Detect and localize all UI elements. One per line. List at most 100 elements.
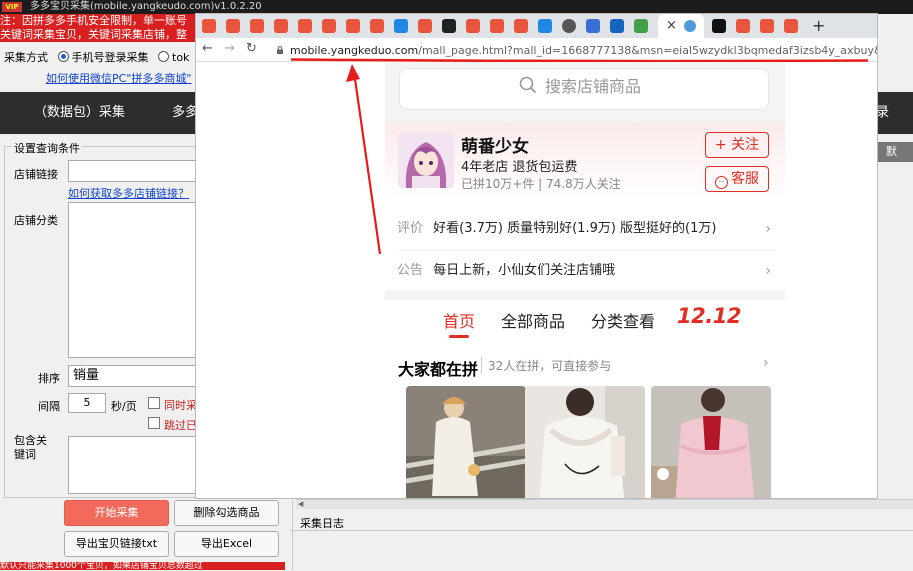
browser-tab-strip: × + [196,14,877,38]
section-subtitle: 32人在拼，可直接参与 [481,357,611,374]
tab-favicon-pdd[interactable] [370,19,384,33]
tab-home[interactable]: 首页 [443,308,475,332]
notice-line-1: 注：因拼多多手机安全限制，单一账号 [0,14,200,28]
tab-favicon-pdd[interactable] [466,19,480,33]
radio-checked-icon [57,51,69,62]
vip-badge: VIP [2,2,22,12]
tab-data-package[interactable]: （数据包）采集 [34,92,125,134]
product-image[interactable] [651,386,771,498]
service-label: 客服 [731,171,759,187]
tab-categories[interactable]: 分类查看 [591,308,655,332]
tab-favicon-pdd[interactable] [346,19,360,33]
shop-name: 萌番少女 [461,137,529,157]
shop-category-label: 店铺分类 [14,214,58,227]
shop-stats: 已拼10万+件 | 74.8万人关注 [461,177,621,191]
tab-favicon-pdd[interactable] [298,19,312,33]
tab-favicon-pdd[interactable] [226,19,240,33]
tab-favicon-pdd[interactable] [760,19,774,33]
export-txt-button[interactable]: 导出宝贝链接txt [64,531,169,557]
tab-favicon-pdd[interactable] [514,19,528,33]
interval-unit: 秒/页 [111,400,137,413]
mode-option-phone-label: 手机号登录采集 [71,51,149,64]
mode-radio-phone[interactable]: 手机号登录采集 [52,51,149,64]
tab-favicon-f[interactable] [610,19,624,33]
tab-favicon-tiktok[interactable] [712,19,726,33]
mode-radio-tok[interactable]: tok [152,51,189,64]
mode-option-tok-label: tok [172,51,190,64]
follow-button[interactable]: + 关注 [705,132,769,158]
tab-favicon-globe[interactable] [562,19,576,33]
chevron-right-icon[interactable]: › [763,355,769,371]
tab-favicon-dark[interactable] [442,19,456,33]
active-tab-indicator [449,335,469,338]
collect-mode-label: 采集方式 [4,51,48,64]
search-placeholder: 搜索店铺商品 [545,77,642,96]
close-tab-icon[interactable]: × [666,18,677,33]
tab-favicon-blue[interactable] [538,19,552,33]
bottom-notice: 默认只能采集1000个宝贝，如果店铺宝贝总数超过 [0,561,285,571]
section-title: 大家都在拼 [398,360,479,379]
app-title: 多多宝贝采集(mobile.yangkeudo.com)v1.0.2.20 [30,1,262,12]
review-row[interactable]: 评价 好看(3.7万) 质量特别好(1.9万) 版型挺好的(1万) › [397,210,773,248]
notice-row[interactable]: 公告 每日上新，小仙女们关注店铺哦 › [397,250,773,290]
option-checkbox-1[interactable] [148,397,160,409]
notice-line-2: 关键词采集宝贝，关键词采集店铺，整 [0,28,200,42]
sort-select[interactable]: 销量 [68,365,200,387]
tab-favicon-pdd[interactable] [274,19,288,33]
interval-input[interactable]: 5 [68,393,106,413]
export-excel-button[interactable]: 导出Excel [174,531,279,557]
option-label-1: 同时采 [164,399,197,412]
tab-favicon-pdd[interactable] [418,19,432,33]
customer-service-button[interactable]: ··· 客服 [705,166,769,192]
tab-favicon-globe [684,20,696,32]
start-collect-button[interactable]: 开始采集 [64,500,169,526]
tab-all-products[interactable]: 全部商品 [501,308,565,332]
tab-favicon-pdd[interactable] [784,19,798,33]
shop-link-input[interactable] [68,160,200,182]
app-titlebar: VIP 多多宝贝采集(mobile.yangkeudo.com)v1.0.2.2… [0,0,913,14]
active-tab[interactable]: × [658,14,704,38]
reload-icon[interactable]: ↻ [246,41,257,56]
tab-favicon-green[interactable] [634,19,648,33]
tab-favicon-pdd[interactable] [490,19,504,33]
product-image[interactable] [525,386,645,498]
red-annotation-arrow [346,64,382,255]
tab-favicon-paw[interactable] [586,19,600,33]
chevron-right-icon: › [765,263,771,279]
scroll-left-arrow-icon[interactable]: ◀ [298,500,303,508]
tab-login[interactable]: 录 [876,92,889,134]
browser-window: × + ← → ↻ mobile.yangkeduo.com/mall_page… [196,14,877,498]
sort-label: 排序 [38,372,60,385]
keywords-label: 包含关键词 [14,434,47,461]
option-checkbox-2[interactable] [148,417,160,429]
tab-promo-1212[interactable]: 12.12 [677,304,741,328]
url-host: mobile.yangkeduo.com [290,44,419,57]
forward-icon[interactable]: → [224,41,235,56]
tab-duoduo[interactable]: 多多 [172,92,198,134]
tab-favicon-pdd[interactable] [322,19,336,33]
shop-link-help-link[interactable]: 如何获取多多店铺链接？ [68,185,189,201]
back-icon[interactable]: ← [202,41,213,56]
shop-tags: 4年老店 退货包运费 [461,160,578,175]
chevron-right-icon: › [765,221,771,237]
new-tab-button[interactable]: + [812,16,825,35]
review-label: 评价 [397,221,424,236]
collect-mode-row: 采集方式 手机号登录采集 tok [0,48,200,68]
tab-favicon-pdd[interactable] [250,19,264,33]
tab-favicon-pdd[interactable] [202,19,216,33]
notice-text: 每日上新，小仙女们关注店铺哦 [433,263,616,278]
shop-avatar[interactable] [398,132,454,188]
product-image[interactable] [406,386,526,498]
delete-checked-button[interactable]: 删除勾选商品 [174,500,279,526]
wechat-help-link[interactable]: 如何使用微信PC"拼多多商城" [46,70,191,86]
tab-favicon-blue[interactable] [394,19,408,33]
log-divider [290,530,913,531]
address-bar[interactable]: mobile.yangkeduo.com/mall_page.html?mall… [290,44,877,57]
shop-category-list[interactable] [68,202,200,358]
tab-favicon-pdd[interactable] [736,19,750,33]
notice-label: 公告 [397,263,424,278]
horizontal-scrollbar[interactable] [296,499,913,509]
log-panel [292,500,913,570]
lock-icon[interactable] [276,46,284,54]
keywords-input[interactable] [68,436,200,494]
